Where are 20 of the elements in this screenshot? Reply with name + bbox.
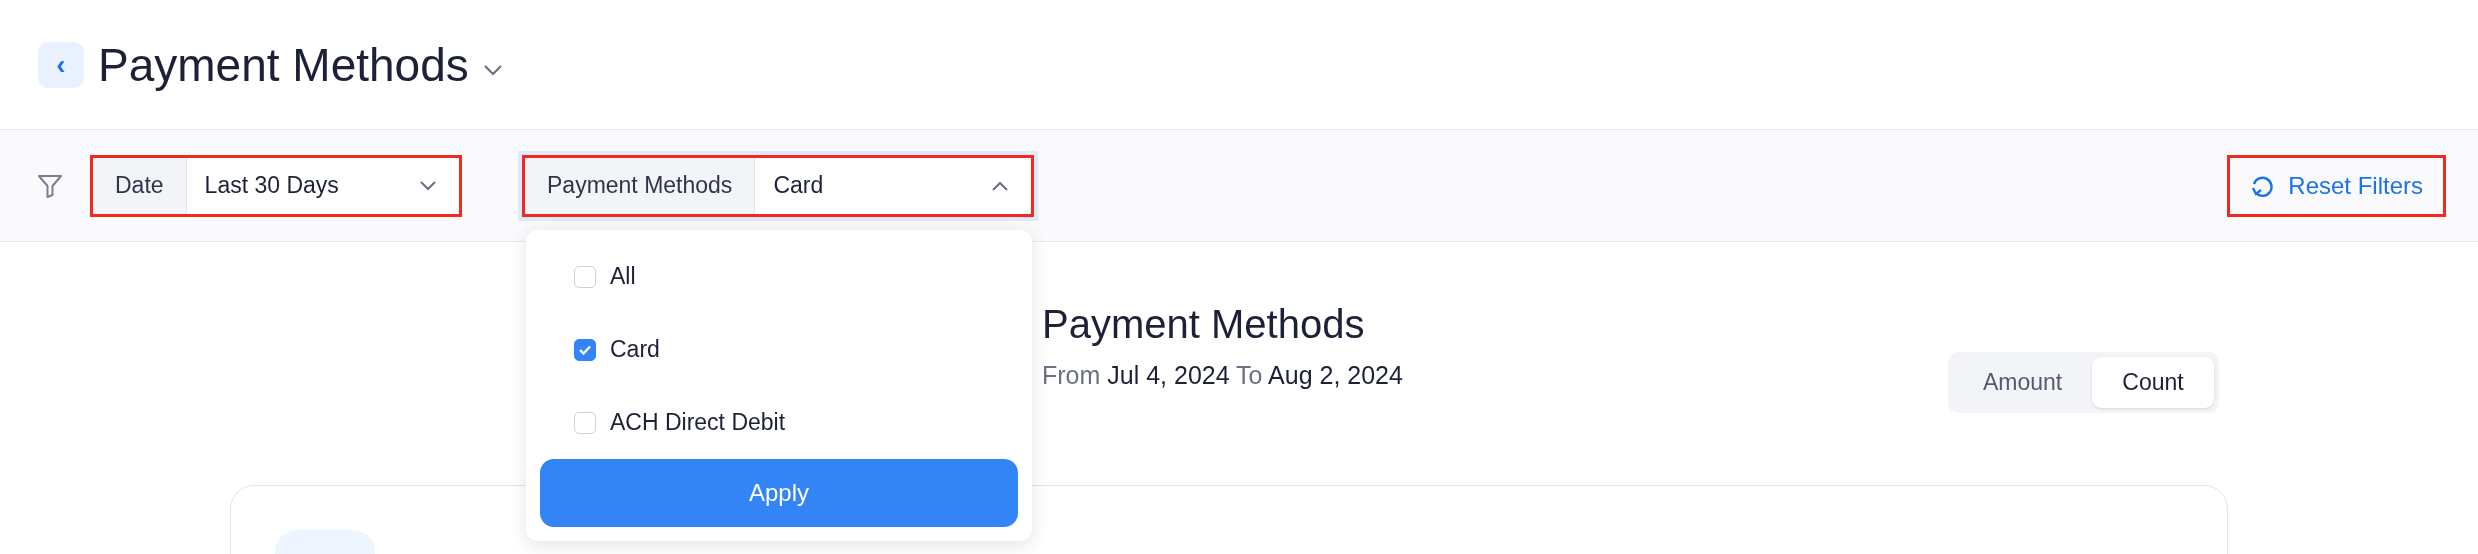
page-title: Payment Methods — [98, 37, 469, 92]
chevron-down-icon — [419, 180, 437, 191]
report-title: Payment Methods — [1042, 302, 1366, 347]
back-button[interactable]: ‹ — [38, 41, 84, 88]
checkbox[interactable] — [574, 338, 596, 361]
date-range: From Jul 4, 2024 To Aug 2, 2024 — [1042, 361, 1403, 390]
filter-select[interactable]: Date Last 30 Days — [90, 154, 462, 217]
filter-value: Card — [772, 171, 825, 200]
filter-label: Payment Methods — [525, 157, 756, 214]
option-label[interactable]: ACH Direct Debit — [610, 409, 786, 436]
toggle-option[interactable]: Amount — [1953, 357, 2093, 408]
option-label[interactable]: Card — [610, 336, 660, 363]
apply-button[interactable]: Apply — [540, 459, 1018, 527]
filter-value: Last 30 Days — [203, 171, 340, 200]
chevron-up-icon — [991, 180, 1009, 191]
filter-label: Date — [93, 157, 187, 214]
reset-filters-button[interactable]: Reset Filters — [2227, 154, 2446, 217]
option-label[interactable]: All — [610, 263, 636, 290]
chevron-down-icon[interactable] — [482, 63, 503, 76]
toggle-option[interactable]: Count — [2092, 357, 2214, 408]
